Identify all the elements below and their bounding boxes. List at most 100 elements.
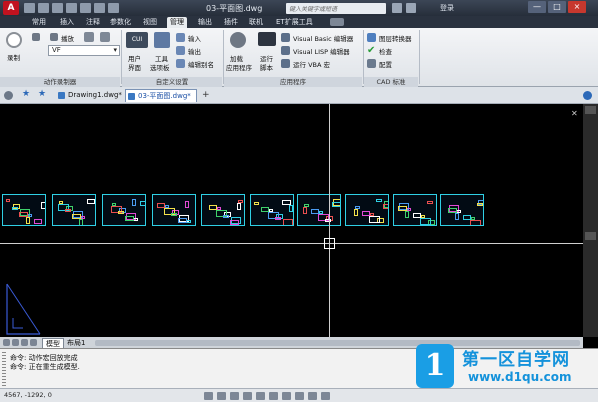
prev-tab-arrow-icon[interactable]: [12, 339, 19, 346]
lock-icon[interactable]: [321, 392, 330, 400]
check-icon[interactable]: ✔: [367, 46, 376, 56]
floorplan-sheet: [201, 194, 245, 226]
login-button[interactable]: 登录: [440, 3, 454, 13]
watermark-title: 第一区自学网: [462, 350, 570, 370]
undo-icon[interactable]: [94, 3, 105, 13]
request-input-icon[interactable]: [100, 32, 110, 42]
run-vba-button[interactable]: 运行 VBA 宏: [293, 59, 330, 69]
tab-express-tools[interactable]: ET扩展工具: [276, 17, 313, 28]
floorplan-room: [376, 199, 382, 202]
close-button[interactable]: ×: [568, 1, 586, 13]
last-tab-arrow-icon[interactable]: [30, 339, 37, 346]
tab-insert[interactable]: 插入: [60, 17, 74, 28]
tool-palettes-label-2[interactable]: 选项板: [150, 62, 170, 72]
file-tab-floorplan[interactable]: 03-平面图.dwg*: [125, 89, 197, 102]
cui-icon[interactable]: CUI: [126, 32, 148, 48]
vertical-scrollbar[interactable]: [583, 104, 598, 337]
open-icon[interactable]: [38, 3, 49, 13]
viewport-close-icon[interactable]: ✕: [571, 109, 578, 118]
layout-tab-model[interactable]: 模型: [42, 338, 64, 348]
tab-online[interactable]: 联机: [249, 17, 263, 28]
command-history-line: 命令: 正在重生成模型.: [10, 363, 80, 371]
run-vba-icon[interactable]: [281, 59, 290, 68]
file-tab-drawing1[interactable]: Drawing1.dwg*: [56, 89, 122, 102]
workspace-gear-icon[interactable]: [308, 392, 317, 400]
record-icon[interactable]: [6, 32, 22, 48]
layout-tab-layout1[interactable]: 布局1: [64, 338, 88, 348]
insert-message-icon[interactable]: [84, 32, 94, 42]
load-application-icon[interactable]: [230, 32, 246, 48]
tab-home[interactable]: 常用: [32, 17, 46, 28]
user-icon[interactable]: [406, 3, 416, 13]
scroll-thumb[interactable]: [585, 232, 596, 240]
new-tab-button[interactable]: +: [202, 90, 210, 100]
edit-aliases-icon[interactable]: [176, 59, 185, 68]
tool-palettes-icon[interactable]: [154, 32, 170, 48]
floorplan-sheet: [2, 194, 46, 226]
vb-editor-icon[interactable]: [281, 33, 290, 42]
tab-parametric[interactable]: 参数化: [110, 17, 131, 28]
object-snap-icon[interactable]: [256, 392, 265, 400]
model-space-icon[interactable]: [282, 392, 291, 400]
configure-button[interactable]: 配置: [379, 59, 392, 69]
layer-translator-icon[interactable]: [367, 33, 376, 42]
edit-aliases-button[interactable]: 编辑别名: [188, 59, 214, 69]
scroll-up-arrow[interactable]: [585, 106, 596, 114]
floorplan-room: [6, 199, 10, 202]
export-button[interactable]: 输出: [188, 46, 201, 56]
search-input[interactable]: 键入关键字或短语: [286, 3, 386, 14]
crosshair-vertical: [329, 104, 330, 337]
floorplan-sheet: [102, 194, 146, 226]
ortho-mode-icon[interactable]: [230, 392, 239, 400]
tab-manage[interactable]: 管理: [167, 17, 187, 28]
star-icon[interactable]: ★: [38, 90, 47, 99]
drawing-canvas[interactable]: ✕: [0, 104, 583, 337]
minimize-button[interactable]: —: [528, 1, 546, 13]
snap-mode-icon[interactable]: [204, 392, 213, 400]
lisp-editor-icon[interactable]: [281, 46, 290, 55]
floorplan-room: [275, 217, 281, 220]
autocad-logo-icon[interactable]: A: [3, 1, 19, 15]
tab-output[interactable]: 输出: [198, 17, 212, 28]
lineweight-icon[interactable]: [269, 392, 278, 400]
print-icon[interactable]: [80, 3, 91, 13]
check-button[interactable]: 检查: [379, 46, 392, 56]
macro-select[interactable]: VF: [48, 45, 120, 56]
save-as-icon[interactable]: [66, 3, 77, 13]
tab-plugins[interactable]: 插件: [224, 17, 238, 28]
watermark-url: www.d1qu.com: [468, 370, 572, 384]
configure-icon[interactable]: [367, 59, 376, 68]
export-icon[interactable]: [176, 46, 185, 55]
import-button[interactable]: 输入: [188, 33, 201, 43]
annotation-scale-icon[interactable]: [295, 392, 304, 400]
coordinate-readout[interactable]: 4567, -1292, 0: [4, 391, 52, 399]
info-icon[interactable]: [583, 91, 592, 100]
layer-translator-button[interactable]: 图层转换器: [379, 33, 412, 43]
grid-display-icon[interactable]: [217, 392, 226, 400]
stop-icon[interactable]: [32, 33, 40, 41]
maximize-button[interactable]: □: [548, 1, 566, 13]
ribbon-toggle-icon[interactable]: [330, 18, 344, 26]
command-drag-handle[interactable]: [2, 352, 6, 386]
floorplan-sheet: [297, 194, 341, 226]
redo-icon[interactable]: [108, 3, 119, 13]
play-icon[interactable]: [50, 33, 58, 41]
run-script-icon[interactable]: [258, 32, 276, 46]
vb-editor-button[interactable]: Visual Basic 编辑器: [293, 33, 353, 43]
polar-tracking-icon[interactable]: [243, 392, 252, 400]
lisp-editor-button[interactable]: Visual LISP 编辑器: [293, 46, 350, 56]
floorplan-room: [118, 211, 124, 214]
first-tab-arrow-icon[interactable]: [3, 339, 10, 346]
import-icon[interactable]: [176, 33, 185, 42]
next-tab-arrow-icon[interactable]: [21, 339, 28, 346]
new-icon[interactable]: [24, 3, 35, 13]
star-icon[interactable]: ★: [22, 90, 31, 99]
tab-view[interactable]: 视图: [143, 17, 157, 28]
save-icon[interactable]: [52, 3, 63, 13]
load-app-label-2[interactable]: 应用程序: [226, 62, 252, 72]
binoculars-icon[interactable]: [392, 3, 402, 13]
run-script-label-2[interactable]: 脚本: [260, 62, 273, 72]
gear-icon[interactable]: [4, 91, 13, 100]
user-interface-label-2[interactable]: 界面: [128, 62, 141, 72]
tab-annotate[interactable]: 注释: [86, 17, 100, 28]
